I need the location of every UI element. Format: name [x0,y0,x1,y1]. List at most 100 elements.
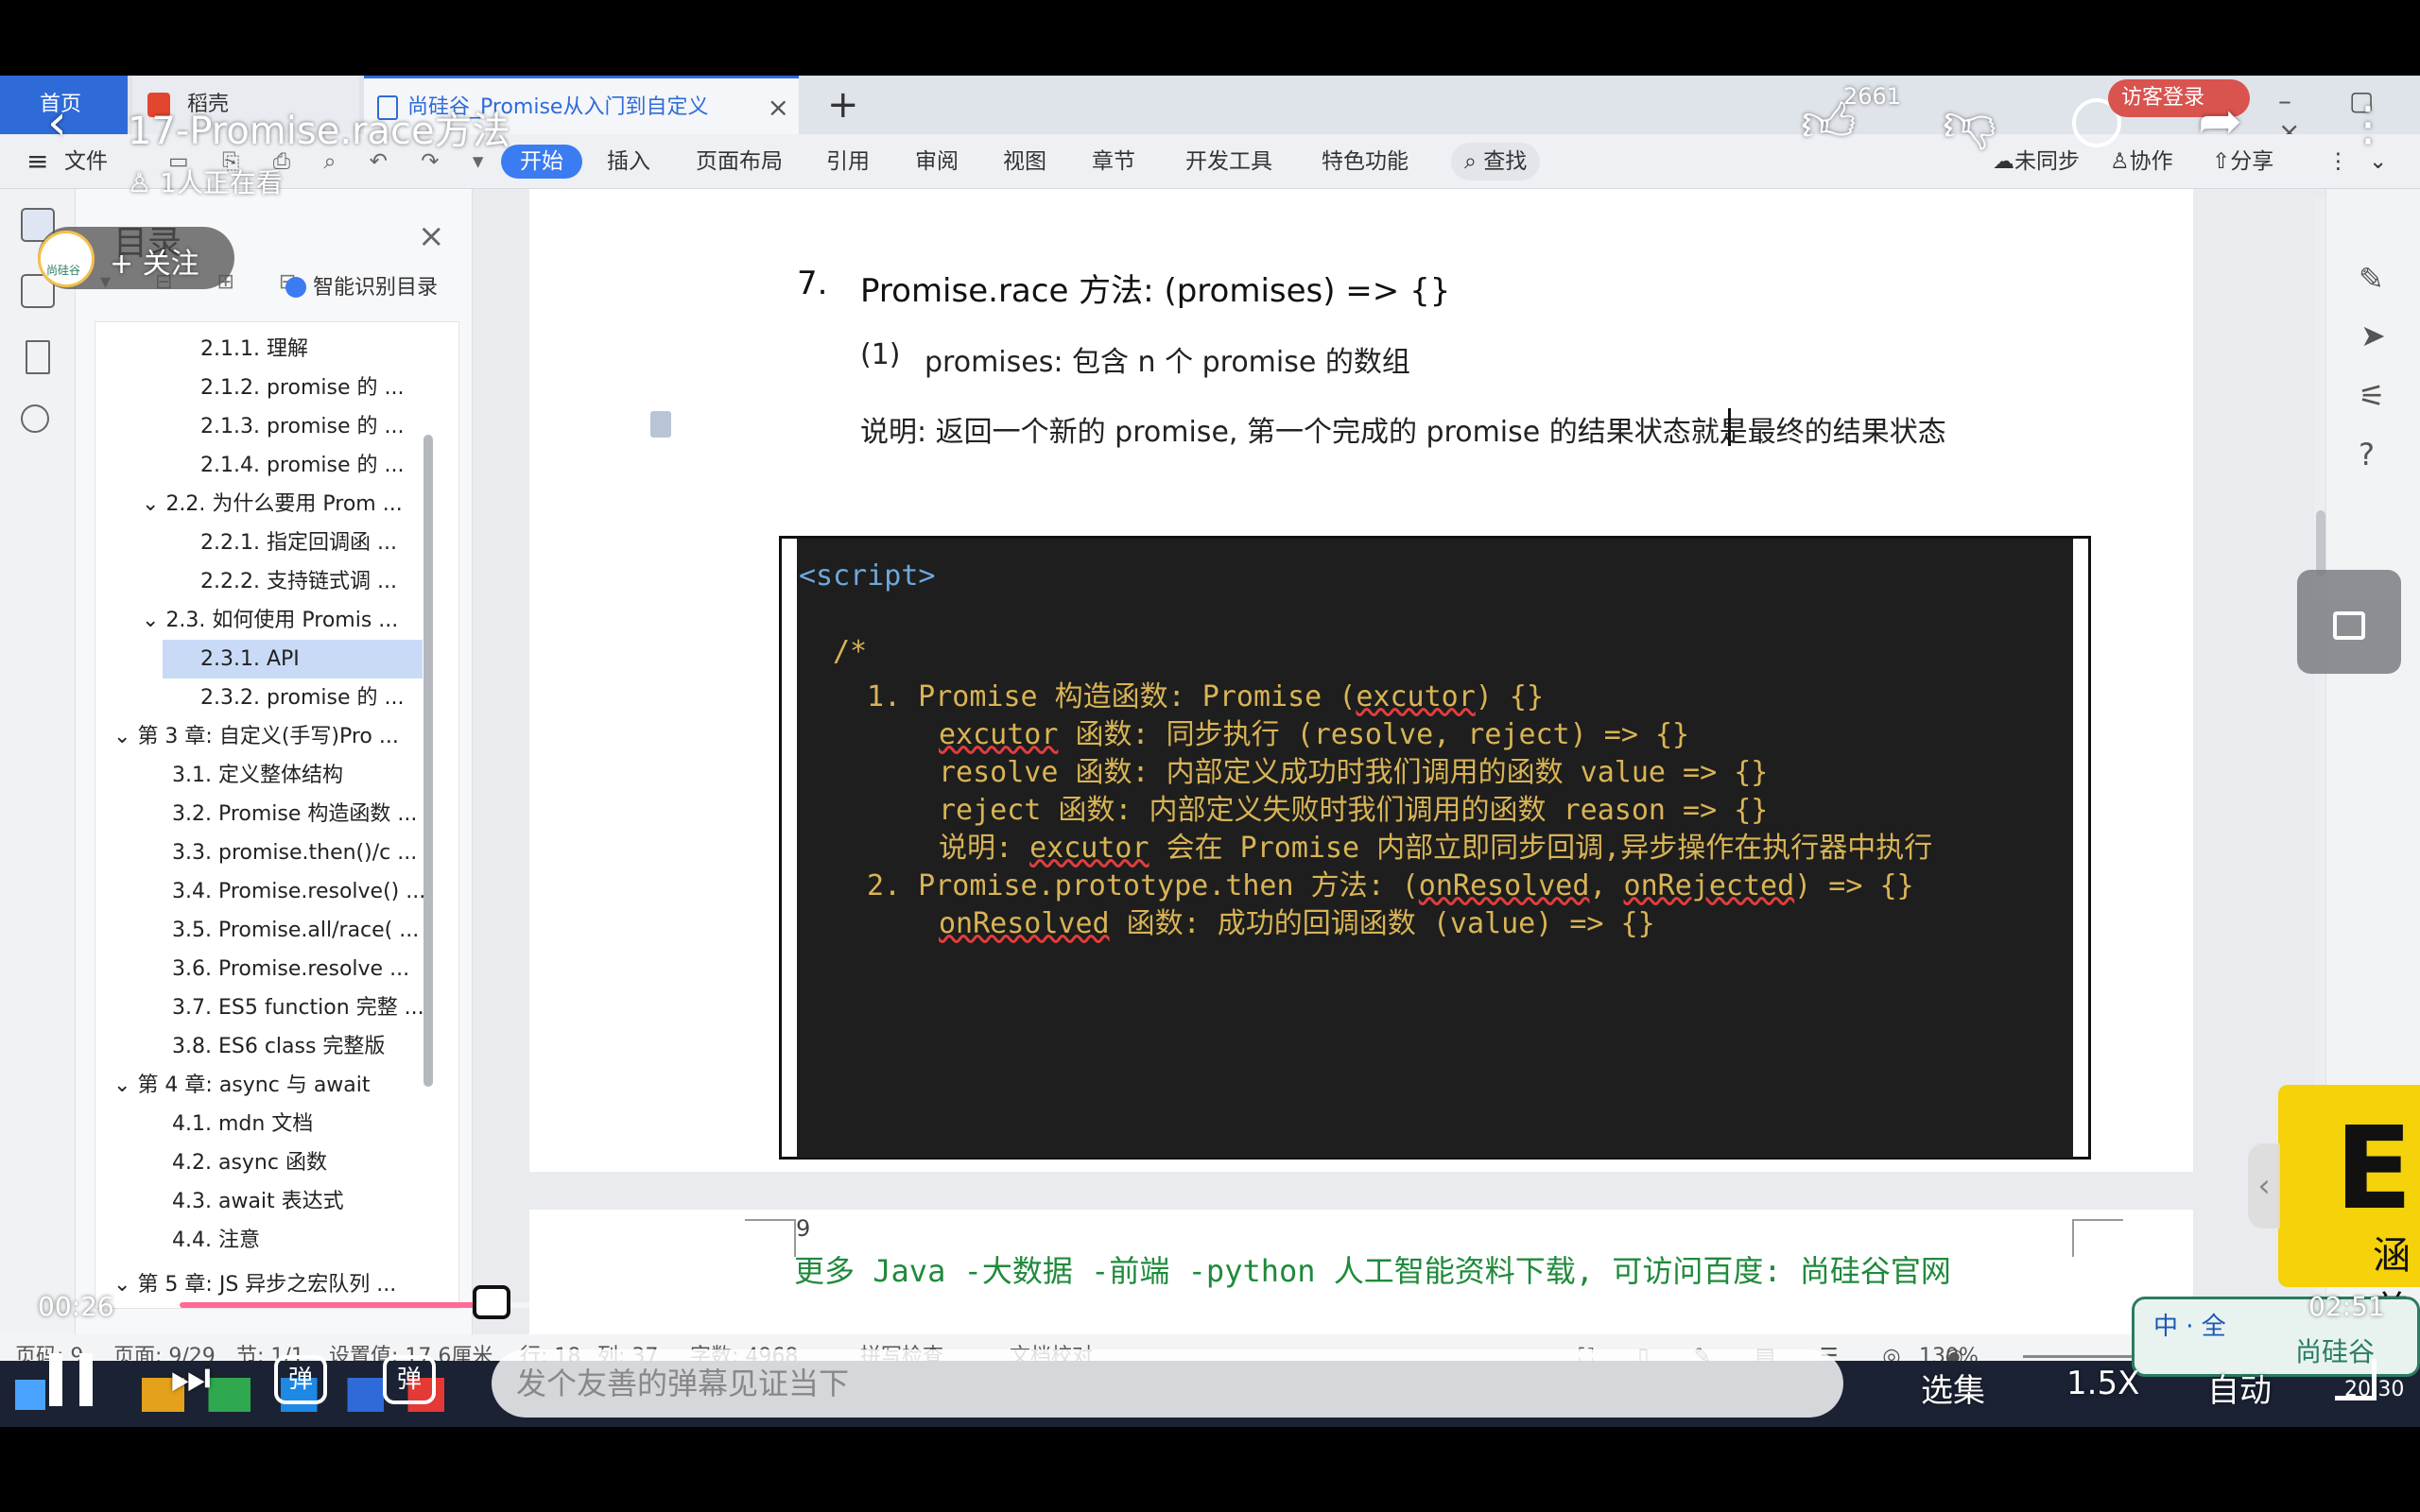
toc-item[interactable]: ⌄ 2.2. 为什么要用 Prom ... [142,486,403,524]
danmu-input[interactable]: 发个友善的弹幕见证当下 [492,1349,1843,1418]
toc-item[interactable]: ⌄ 第 3 章: 自定义(手写)Pro ... [113,718,399,756]
toc-item[interactable]: 3.5. Promise.all/race( ... [172,912,419,950]
page-number: 9 [796,1215,811,1242]
scroll-thumb[interactable] [2316,510,2325,576]
smart-toc-button[interactable]: 智能识别目录 [285,270,438,301]
ribbon-tab-review[interactable]: 审阅 [915,134,959,189]
toc-item[interactable]: 3.2. Promise 构造函数 ... [172,796,417,833]
speed-button[interactable]: 1.5X [2066,1365,2139,1402]
toc-item[interactable]: 3.1. 定义整体结构 [172,757,343,795]
pointer-icon[interactable]: ➤ [2360,318,2386,353]
danmu-settings-icon[interactable]: 弹 [383,1355,436,1404]
bookmark-icon[interactable] [26,340,50,374]
toc-item[interactable]: 3.7. ES5 function 完整 ... [172,989,424,1027]
toc-item-label: 第 4 章: async 与 await [137,1074,371,1097]
toc-scrollbar[interactable] [424,435,433,1087]
ribbon-tab-view[interactable]: 视图 [1003,134,1046,189]
ribbon-tab-features[interactable]: 特色功能 [1322,134,1409,189]
page-corner-mark [745,1219,796,1257]
chevron-down-icon[interactable]: ⌄ [113,1273,137,1297]
screen-lock-button[interactable] [2297,570,2401,674]
text-cursor [1728,408,1731,446]
progress-played [180,1302,492,1308]
ribbon-tab-reference[interactable]: 引用 [826,134,870,189]
progress-thumb-icon[interactable] [473,1285,510,1319]
toc-item[interactable]: 2.1.4. promise 的 ... [200,447,404,485]
share-video-icon[interactable]: ➦ [2198,91,2242,152]
code-line: 说明: excutor 会在 Promise 内部立即同步回调,异步操作在执行器… [939,824,1932,866]
code-line: /* [833,635,868,668]
chevron-down-icon[interactable]: ⌄ [113,1074,137,1097]
chevron-down-icon[interactable]: ⌄ [113,725,137,748]
collab-label: 协作 [2129,149,2173,174]
promo-title: ES [2335,1104,2420,1235]
toc-item[interactable]: 4.2. async 函数 [172,1144,327,1182]
windows-start-icon[interactable] [15,1380,45,1410]
danmu-placeholder: 发个友善的弹幕见证当下 [516,1366,850,1401]
toc-item[interactable]: 3.8. ES6 class 完整版 [172,1028,385,1066]
toc-item-label: 第 3 章: 自定义(手写)Pro ... [137,725,399,748]
total-time: 02:51 [2308,1291,2385,1322]
file-menu[interactable]: 文件 [64,134,108,189]
toc-item[interactable]: 3.6. Promise.resolve ... [172,951,409,988]
ribbon-tab-layout[interactable]: 页面布局 [696,134,783,189]
quality-button[interactable]: 自动 [2207,1365,2272,1411]
video-title: 17-Promise.race方法 [128,110,510,153]
ribbon-tab-section[interactable]: 章节 [1092,134,1135,189]
collab-button[interactable]: ♙协作 [2110,134,2173,189]
toc-item[interactable]: 4.3. await 表达式 [172,1183,344,1221]
toc-item[interactable]: 2.3.2. promise 的 ... [200,679,404,717]
viewer-count: ♙ 1人正在看 [128,163,283,200]
promo-collapse-icon[interactable]: ‹ [2248,1143,2280,1228]
search-button[interactable]: ⌕ 查找 [1451,143,1541,180]
toc-item[interactable]: 4.4. 注意 [172,1222,260,1260]
share-icon: ⇧ [2212,149,2231,174]
toc-item[interactable]: 2.2.2. 支持链式调 ... [200,563,397,601]
left-tool-strip [0,189,76,1361]
episodes-button[interactable]: 选集 [1921,1365,1985,1411]
fullscreen-icon[interactable] [2335,1359,2377,1400]
pen-icon[interactable]: ✎ [2359,261,2384,297]
toc-item[interactable]: 2.1.1. 理解 [200,331,308,369]
promo-banner[interactable]: ES 涵盖 [2278,1085,2420,1332]
page-break [529,1172,2193,1210]
dislike-button[interactable]: 👎︎ [1943,93,1996,156]
toc-item[interactable]: 3.4. Promise.resolve() ... [172,873,425,911]
code-block: <script> /* 1. Promise 构造函数: Promise (ex… [797,539,2073,1158]
toc-item[interactable]: ⌄ 2.3. 如何使用 Promis ... [142,602,398,640]
uploader-avatar[interactable]: 尚硅谷 [38,231,95,287]
new-tab-icon[interactable]: + [827,83,859,127]
sync-status[interactable]: ☁未同步 [1993,134,2080,189]
more-options-icon[interactable]: ⋮ [2344,96,2392,151]
code-segment: onResolved [939,907,1110,940]
ribbon-tab-insert[interactable]: 插入 [607,134,650,189]
back-icon[interactable]: ‹ [47,94,67,151]
danmu-toggle-icon[interactable]: 弹 [274,1355,327,1404]
toc-item[interactable]: 2.2.1. 指定回调函 ... [200,524,397,562]
toc-item[interactable]: 2.1.3. promise 的 ... [200,408,404,446]
menu-icon[interactable]: ≡ [26,134,48,189]
toc-item[interactable]: 4.1. mdn 文档 [172,1106,313,1143]
toc-item[interactable]: 2.1.2. promise 的 ... [200,369,404,407]
help-icon[interactable]: ? [2359,437,2375,472]
toc-close-icon[interactable]: × [418,217,445,255]
code-segment: onRejected [1623,869,1795,902]
adjust-icon[interactable]: ⚟ [2359,378,2386,414]
find-icon[interactable] [21,404,49,433]
chevron-down-icon[interactable]: ⌄ [142,609,165,632]
follow-label: + 关注 [110,248,199,281]
ribbon-tab-start[interactable]: 开始 [501,145,582,179]
toc-item[interactable]: ⌄ 第 5 章: JS 异步之宏队列 ... [113,1266,396,1304]
close-tab-icon[interactable]: × [768,78,789,137]
chevron-down-icon[interactable]: ⌄ [142,492,165,516]
next-icon[interactable]: ⏭ [170,1351,211,1405]
toc-item[interactable]: 3.3. promise.then()/c ... [172,834,417,872]
paragraph-handle-icon[interactable] [650,411,671,438]
toc-item-selected[interactable]: 2.3.1. API [200,641,300,679]
smart-toc-label: 智能识别目录 [313,276,439,300]
list-number: (1) [860,338,901,371]
uploader-logo-text: 尚硅谷 [46,264,81,277]
ribbon-tab-devtools[interactable]: 开发工具 [1185,134,1272,189]
pause-icon[interactable] [49,1353,93,1406]
toc-item[interactable]: ⌄ 第 4 章: async 与 await [113,1067,371,1105]
